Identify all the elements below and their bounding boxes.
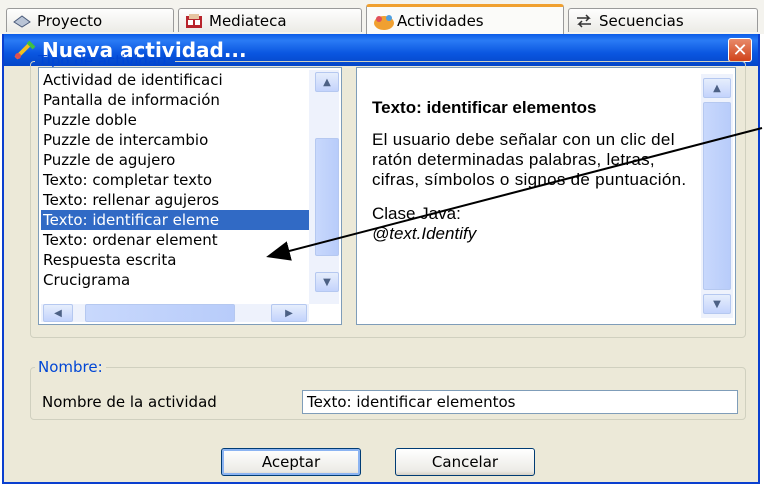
- java-class-label: Clase Java:: [372, 204, 461, 223]
- chevron-down-icon: ▼: [713, 298, 721, 310]
- list-item[interactable]: Respuesta escrita: [41, 250, 309, 270]
- cancel-button[interactable]: Cancelar: [395, 448, 535, 476]
- tab-proyecto[interactable]: Proyecto: [6, 8, 174, 32]
- activities-icon: [373, 13, 394, 30]
- scroll-thumb[interactable]: [703, 102, 731, 290]
- scroll-thumb[interactable]: [315, 138, 339, 256]
- tab-label: Proyecto: [37, 11, 103, 30]
- mediateca-icon: [185, 13, 203, 29]
- list-horizontal-scrollbar[interactable]: ◀ ▶: [41, 304, 309, 322]
- list-item[interactable]: Puzzle de intercambio: [41, 130, 309, 150]
- scroll-thumb-horizontal[interactable]: [85, 304, 235, 322]
- list-item[interactable]: Texto: rellenar agujeros: [41, 190, 309, 210]
- chevron-left-icon: ◀: [54, 307, 62, 319]
- tab-mediateca[interactable]: Mediateca: [178, 8, 362, 32]
- activity-description-panel: Texto: identificar elementos El usuario …: [356, 67, 736, 325]
- description-vertical-scrollbar[interactable]: ▲ ▼: [701, 74, 733, 318]
- activity-type-list[interactable]: Actividad de identificaci Pantalla de in…: [38, 67, 342, 325]
- list-item[interactable]: Pantalla de información: [41, 90, 309, 110]
- chevron-up-icon: ▲: [323, 76, 331, 88]
- list-item[interactable]: Actividad de identificaci: [41, 70, 309, 90]
- accept-button[interactable]: Aceptar: [221, 448, 361, 476]
- tab-secuencias[interactable]: Secuencias: [568, 8, 758, 32]
- sequences-icon: [575, 13, 593, 29]
- name-legend: Nombre:: [38, 358, 103, 376]
- description-title: Texto: identificar elementos: [372, 98, 597, 117]
- tab-label: Secuencias: [599, 11, 684, 30]
- activity-name-input[interactable]: Texto: identificar elementos: [302, 390, 738, 414]
- project-icon: [13, 13, 31, 29]
- tab-actividades[interactable]: Actividades: [366, 4, 564, 34]
- activity-name-label: Nombre de la actividad: [42, 393, 217, 411]
- list-item[interactable]: Texto: ordenar element: [41, 230, 309, 250]
- list-vertical-scrollbar[interactable]: ▲ ▼: [309, 70, 339, 304]
- scroll-down-button[interactable]: ▼: [315, 272, 339, 292]
- list-item[interactable]: Crucigrama: [41, 270, 309, 290]
- java-class-name: @text.Identify: [372, 224, 477, 243]
- chevron-down-icon: ▼: [323, 276, 331, 288]
- chevron-up-icon: ▲: [713, 82, 721, 94]
- description-text: El usuario debe señalar con un clic del …: [372, 130, 687, 189]
- list-item[interactable]: Puzzle doble: [41, 110, 309, 130]
- scroll-up-button[interactable]: ▲: [703, 78, 731, 98]
- tab-label: Mediateca: [209, 11, 287, 30]
- list-item[interactable]: Puzzle de agujero: [41, 150, 309, 170]
- scroll-down-button[interactable]: ▼: [703, 294, 731, 314]
- scroll-up-button[interactable]: ▲: [315, 72, 339, 92]
- chevron-right-icon: ▶: [285, 307, 293, 319]
- scroll-right-button[interactable]: ▶: [271, 304, 307, 322]
- tab-label: Actividades: [397, 11, 484, 30]
- tab-strip: Proyecto Mediateca Actividades Secuencia…: [0, 0, 764, 34]
- list-item[interactable]: Texto: completar texto: [41, 170, 309, 190]
- scroll-left-button[interactable]: ◀: [43, 304, 73, 322]
- list-item-selected[interactable]: Texto: identificar eleme: [41, 210, 309, 230]
